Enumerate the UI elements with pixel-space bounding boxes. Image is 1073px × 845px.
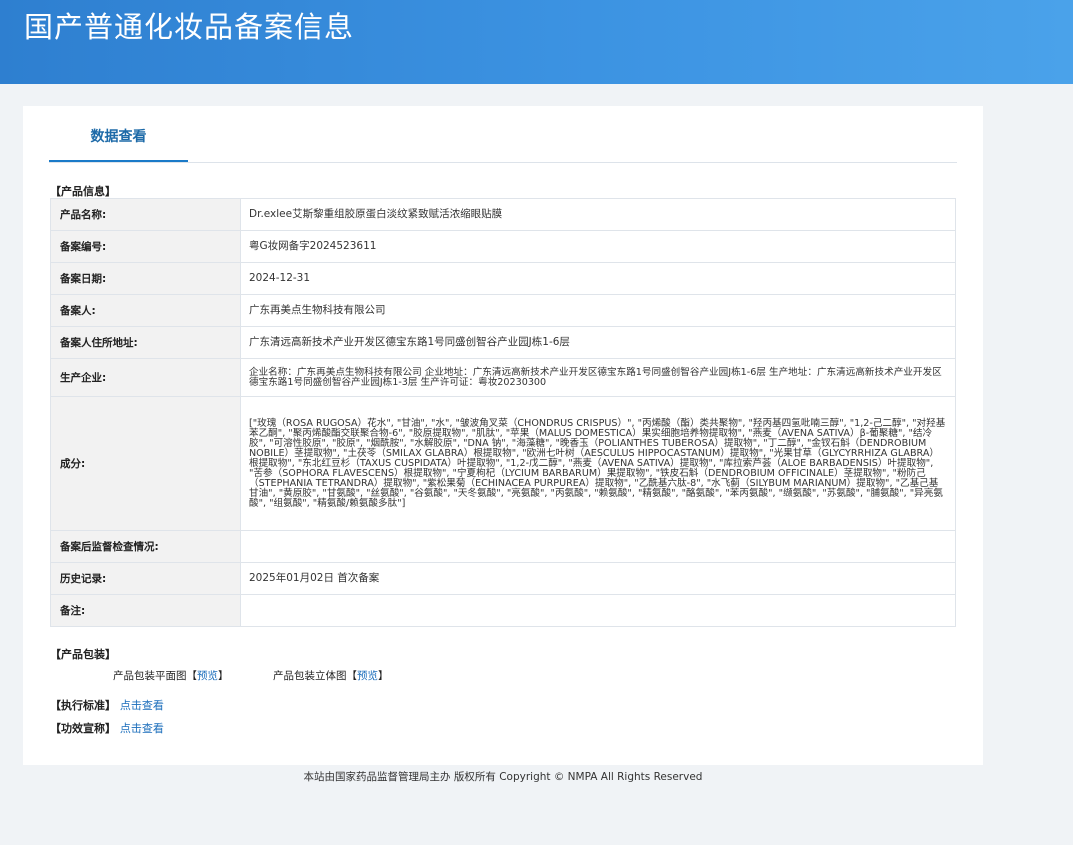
package-stereo-view: 产品包装立体图【预览】 [273,668,389,683]
product-info-table: 产品名称: Dr.exlee艾斯黎重组胶原蛋白淡纹紧致赋活浓缩眼贴膜 备案编号:… [50,198,956,627]
package-stereo-preview-link[interactable]: 预览 [357,670,378,682]
row-value-product-name: Dr.exlee艾斯黎重组胶原蛋白淡纹紧致赋活浓缩眼贴膜 [240,198,956,231]
row-key-ingredients: 成分: [50,396,241,531]
table-row: 生产企业: 企业名称：广东再美点生物科技有限公司 企业地址：广东清远高新技术产业… [50,358,956,397]
efficacy-view-link[interactable]: 点击查看 [120,722,164,735]
package-flat-label: 产品包装平面图 [113,670,187,682]
package-flat-view: 产品包装平面图【预览】 [113,668,229,683]
table-row: 备注: [50,594,956,627]
table-row: 备案人: 广东再美点生物科技有限公司 [50,294,956,327]
table-row: 备案编号: 粤G妆网备字2024523611 [50,230,956,263]
table-row: 备案人住所地址: 广东清远高新技术产业开发区德宝东路1号同盛创智谷产业园J栋1-… [50,326,956,359]
table-row: 备案日期: 2024-12-31 [50,262,956,295]
row-key-registrant-address: 备案人住所地址: [50,326,241,359]
standard-row: 【执行标准】 点击查看 [50,697,164,713]
row-value-registrant: 广东再美点生物科技有限公司 [240,294,956,327]
page-title: 国产普通化妆品备案信息 [24,10,355,44]
footer-copyright: 本站由国家药品监督管理局主办 版权所有 Copyright © NMPA All… [303,771,703,783]
row-value-manufacturer: 企业名称：广东再美点生物科技有限公司 企业地址：广东清远高新技术产业开发区德宝东… [240,358,956,397]
row-key-product-name: 产品名称: [50,198,241,231]
standard-label: 【执行标准】 [50,699,116,712]
row-key-history: 历史记录: [50,562,241,595]
table-row: 成分: ["玫瑰（ROSA RUGOSA）花水", "甘油", "水", "皱波… [50,396,956,531]
row-key-registration-date: 备案日期: [50,262,241,295]
row-key-manufacturer: 生产企业: [50,358,241,397]
row-value-registration-date: 2024-12-31 [240,262,956,295]
site-header: 国产普通化妆品备案信息 [0,0,1073,84]
package-flat-preview-link[interactable]: 预览 [197,670,218,682]
row-value-history: 2025年01月02日 首次备案 [240,562,956,595]
table-row: 备案后监督检查情况: [50,530,956,563]
content-panel: 数据查看 【产品信息】 产品名称: Dr.exlee艾斯黎重组胶原蛋白淡纹紧致赋… [23,106,983,765]
row-key-registration-number: 备案编号: [50,230,241,263]
packaging-section-label: 【产品包装】 [50,648,116,661]
table-row: 产品名称: Dr.exlee艾斯黎重组胶原蛋白淡纹紧致赋活浓缩眼贴膜 [50,198,956,231]
package-stereo-bracket-close: 】 [378,670,389,682]
package-flat-bracket-open: 【 [186,670,198,682]
row-value-registrant-address: 广东清远高新技术产业开发区德宝东路1号同盛创智谷产业园J栋1-6层 [240,326,956,359]
package-stereo-bracket-open: 【 [346,670,358,682]
row-value-ingredients: ["玫瑰（ROSA RUGOSA）花水", "甘油", "水", "皱波角叉菜（… [240,396,956,531]
table-row: 历史记录: 2025年01月02日 首次备案 [50,562,956,595]
efficacy-row: 【功效宣称】 点击查看 [50,720,164,736]
row-value-registration-number: 粤G妆网备字2024523611 [240,230,956,263]
package-stereo-label: 产品包装立体图 [273,670,347,682]
product-info-section-label: 【产品信息】 [50,185,116,198]
standard-view-link[interactable]: 点击查看 [120,699,164,712]
package-flat-bracket-close: 】 [218,670,229,682]
tab-data-view[interactable]: 数据查看 [49,106,188,162]
row-key-remarks: 备注: [50,594,241,627]
efficacy-label: 【功效宣称】 [50,722,116,735]
row-key-registrant: 备案人: [50,294,241,327]
row-value-remarks [240,594,956,627]
row-value-post-inspection [240,530,956,563]
tab-bar: 数据查看 [49,106,957,163]
row-key-post-inspection: 备案后监督检查情况: [50,530,241,563]
